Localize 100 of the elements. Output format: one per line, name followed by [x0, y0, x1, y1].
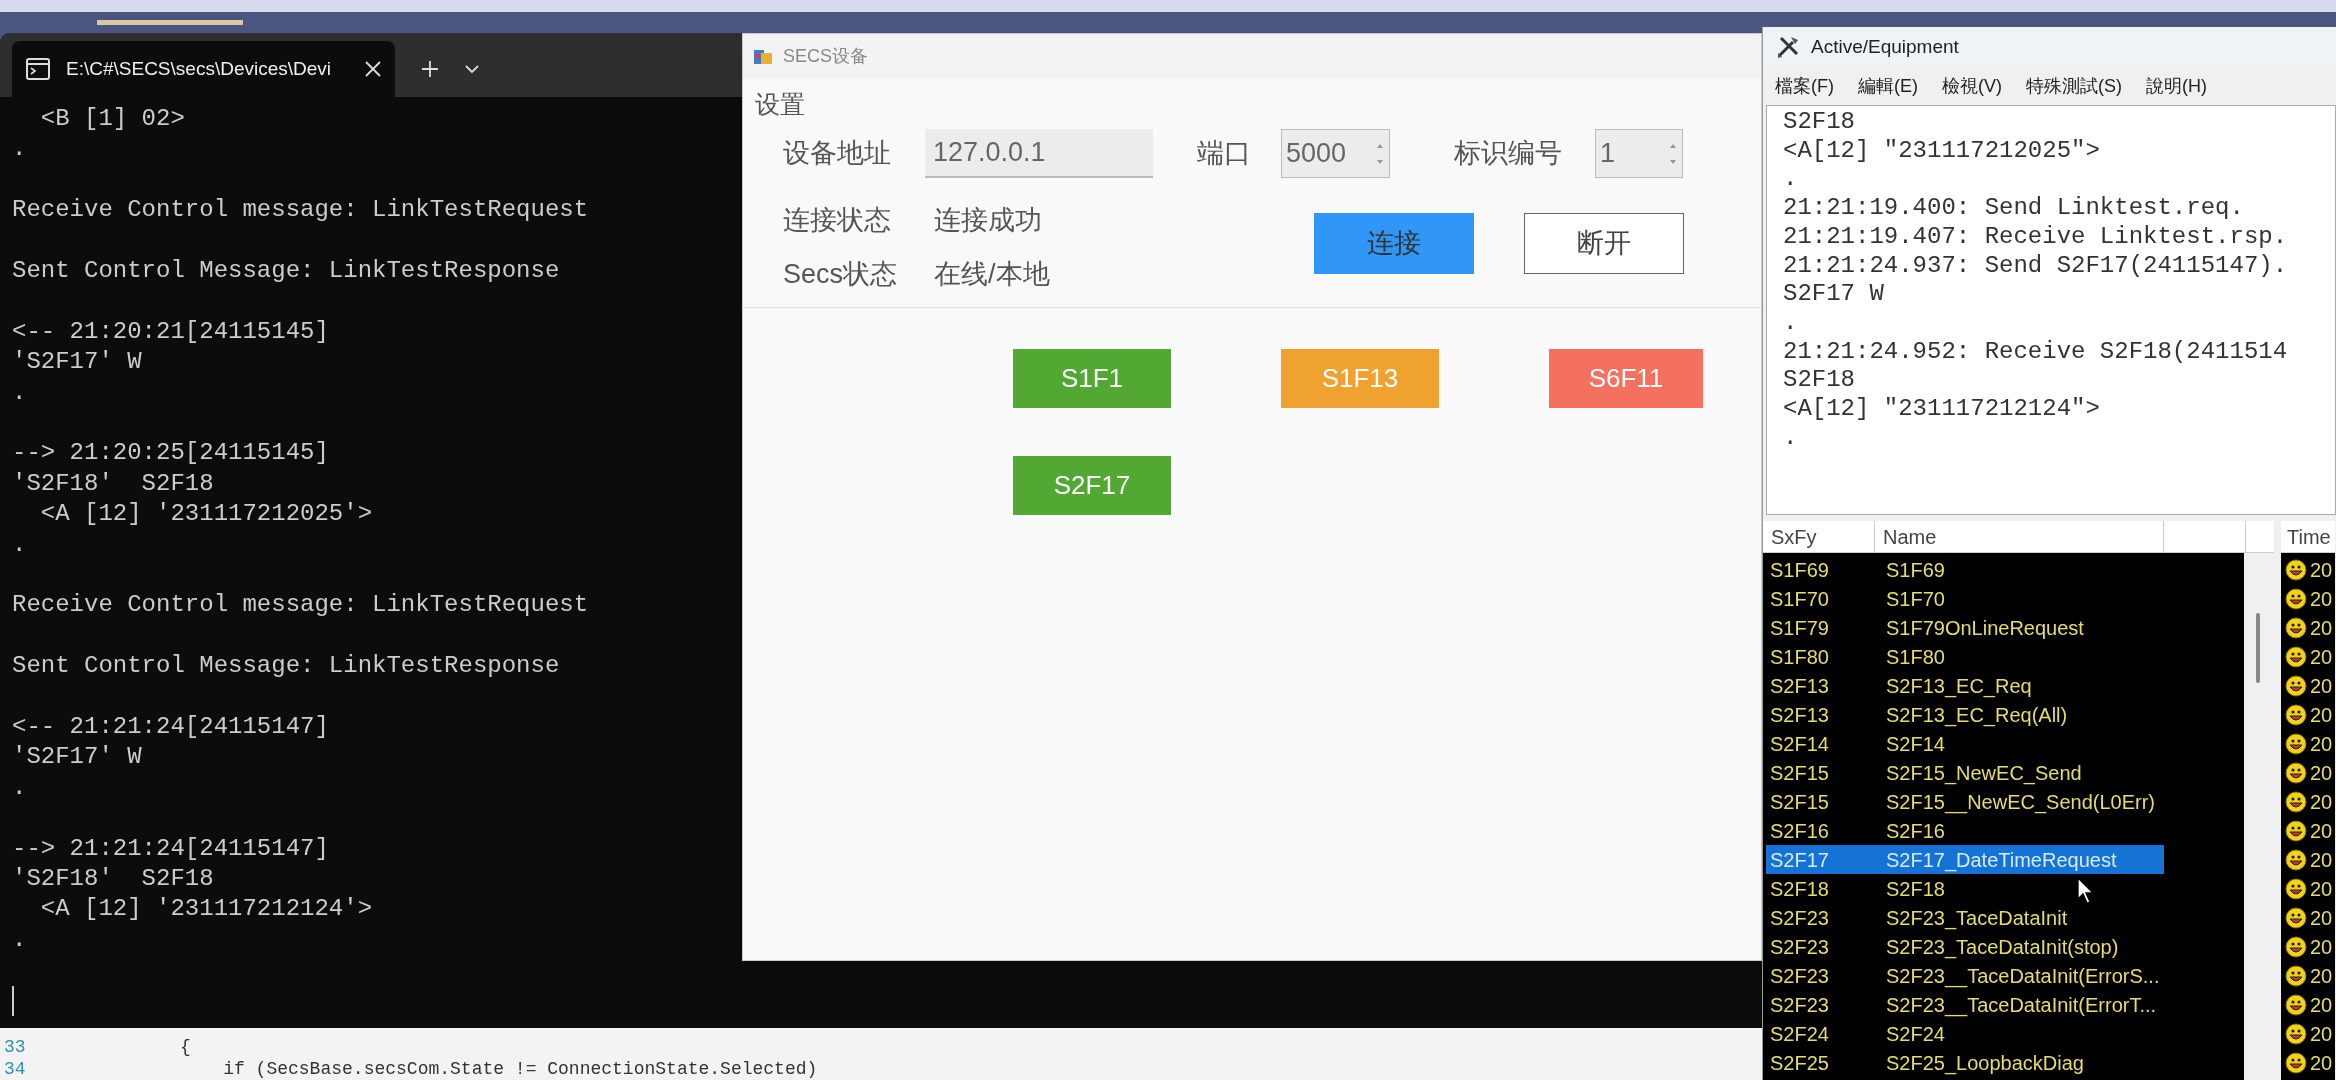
menu-item[interactable]: 說明(H): [2146, 72, 2207, 100]
column-header[interactable]: Time: [2281, 521, 2335, 553]
terminal-line: .: [12, 924, 27, 955]
list-row[interactable]: S1F80 S1F80: [1766, 642, 2164, 671]
window-title: SECS设备: [783, 45, 869, 68]
smiley-icon: [2285, 616, 2307, 639]
log-line: S2F17 W: [1783, 280, 1884, 309]
list-row[interactable]: S2F23 S2F23__TaceDataInit(ErrorS...: [1766, 961, 2164, 990]
code-line: if (SecsBase.secsCom.State != ConnectionState.Selected): [222, 1059, 818, 1079]
list-cell-text: S2F18: [1886, 876, 1945, 902]
log-line: .: [1783, 165, 1798, 195]
list-row[interactable]: S2F14 S2F14: [1766, 729, 2164, 758]
menu-item[interactable]: 特殊測試(S): [2026, 72, 2122, 100]
log-line: .: [1783, 423, 1798, 453]
time-cell-text: 20: [2310, 644, 2333, 670]
time-cell-text: 20: [2310, 876, 2333, 902]
list-cell-text: S2F23: [1769, 963, 1830, 989]
list-row[interactable]: S2F13 S2F13_EC_Req(All): [1766, 700, 2164, 729]
code-line: {: [180, 1037, 191, 1057]
list-row[interactable]: S2F18 S2F18: [1766, 874, 2164, 903]
terminal-line: .: [12, 772, 27, 803]
smiley-icon: [2285, 877, 2307, 900]
list-cell-text: S1F70: [1886, 586, 1945, 612]
smiley-icon: [2285, 848, 2307, 871]
time-cell-text: 20: [2310, 731, 2333, 757]
terminal-line: 'S2F17' W: [12, 347, 142, 378]
time-cell-text: 20: [2310, 673, 2333, 699]
app-icon: [753, 47, 773, 66]
terminal-line: 'S2F18' S2F18: [12, 468, 214, 499]
list-row[interactable]: S2F17 S2F17_DateTimeRequest: [1766, 845, 2164, 874]
status-label: 连接状态: [783, 203, 892, 237]
log-line: S2F18: [1783, 108, 1855, 137]
terminal-icon: [26, 58, 50, 80]
menu-item[interactable]: 檔案(F): [1775, 72, 1834, 100]
list-row[interactable]: S2F15 S2F15_NewEC_Send: [1766, 758, 2164, 787]
smiley-icon: [2285, 819, 2307, 842]
field-label: 标识编号: [1454, 137, 1563, 171]
list-row[interactable]: S2F25 S2F25_LoopbackDiag: [1766, 1048, 2164, 1077]
list-cell-text: S1F70: [1769, 586, 1830, 612]
list-row[interactable]: S2F16 S2F16: [1766, 816, 2164, 845]
smiley-icon: [2285, 703, 2307, 726]
terminal-line: <-- 21:21:24[24115147]: [12, 712, 329, 742]
list-cell-text: S2F25_LoopbackDiag: [1886, 1050, 2084, 1077]
list-cell-text: S2F23__TaceDataInit(ErrorS...: [1886, 963, 2160, 990]
chevron-down-icon[interactable]: [465, 64, 479, 74]
time-cell-text: 20: [2310, 963, 2333, 989]
status-value: 连接成功: [934, 203, 1042, 237]
terminal-line: 'S2F17' W: [12, 742, 142, 773]
list-cell-text: S2F15__NewEC_Send(L0Err): [1886, 789, 2156, 816]
close-icon[interactable]: [365, 61, 381, 77]
terminal-line: Receive Control message: LinkTestRequest: [12, 195, 589, 226]
scrollbar-thumb[interactable]: [2256, 613, 2260, 683]
smiley-icon: [2285, 674, 2307, 697]
list-cell-text: S2F23: [1769, 992, 1830, 1018]
terminal-line: <-- 21:20:21[24115145]: [12, 316, 329, 347]
status-label: Secs状态: [783, 257, 899, 291]
time-cell-text: 20: [2310, 847, 2333, 873]
terminal-line: .: [12, 134, 27, 165]
smiley-icon: [2285, 906, 2307, 929]
list-cell-text: S2F16: [1769, 818, 1830, 844]
spinner-value: 5000: [1286, 137, 1347, 171]
window-title: Active/Equipment: [1811, 34, 1959, 59]
time-cell-text: 20: [2310, 1021, 2333, 1047]
list-row[interactable]: S1F79 S1F79OnLineRequest: [1766, 613, 2164, 642]
smiley-icon: [2285, 1051, 2307, 1074]
smiley-icon: [2285, 558, 2307, 581]
list-row[interactable]: S2F23 S2F23__TaceDataInit(ErrorT...: [1766, 990, 2164, 1019]
list-row[interactable]: S1F69 S1F69: [1766, 555, 2164, 584]
list-cell-text: S2F17: [1769, 847, 1830, 873]
time-cell-text: 20: [2310, 1050, 2333, 1076]
plus-icon[interactable]: [421, 60, 439, 78]
list-row[interactable]: S2F23 S2F23_TaceDataInit: [1766, 903, 2164, 932]
list-row[interactable]: S2F15 S2F15__NewEC_Send(L0Err): [1766, 787, 2164, 816]
time-cell-text: 20: [2310, 615, 2333, 641]
time-cell-text: 20: [2310, 789, 2333, 815]
list-row[interactable]: S2F24 S2F24: [1766, 1019, 2164, 1048]
time-cell-text: 20: [2310, 557, 2333, 583]
list-row[interactable]: S1F70 S1F70: [1766, 584, 2164, 613]
status-value: 在线/本地: [934, 257, 1050, 291]
time-cell-text: 20: [2310, 760, 2333, 786]
list-row[interactable]: S2F23 S2F23_TaceDataInit(stop): [1766, 932, 2164, 961]
connect-button[interactable]: 连接: [1314, 213, 1474, 274]
list-row[interactable]: S2F13 S2F13_EC_Req: [1766, 671, 2164, 700]
list-cell-text: S1F80: [1886, 644, 1945, 670]
terminal-tab[interactable]: E:\C#\SECS\secs\Devices\Devi: [12, 41, 395, 97]
list-cell-text: S2F17_DateTimeRequest: [1886, 847, 2117, 874]
terminal-line: --> 21:21:24[24115147]: [12, 833, 329, 864]
list-cell-text: S2F15: [1769, 760, 1830, 786]
time-cell-text: 20: [2310, 702, 2333, 728]
menu-item[interactable]: 檢視(V): [1942, 72, 2002, 100]
disconnect-button[interactable]: 断开: [1524, 213, 1684, 274]
menu-item[interactable]: 編輯(E): [1858, 72, 1918, 100]
list-cell-text: S2F23_TaceDataInit(stop): [1886, 934, 2119, 961]
log-line: 21:21:19.407: Receive Linktest.rsp.: [1783, 222, 2288, 252]
time-cell-text: 20: [2310, 934, 2333, 960]
log-line: <A[12] "231117212025">: [1783, 136, 2100, 166]
log-line: 21:21:19.400: Send Linktest.req.: [1783, 194, 2244, 223]
list-cell-text: S2F24: [1886, 1021, 1945, 1047]
list-cell-text: S1F79OnLineRequest: [1886, 615, 2084, 641]
tab-title: E:\C#\SECS\secs\Devices\Devi: [66, 56, 333, 81]
